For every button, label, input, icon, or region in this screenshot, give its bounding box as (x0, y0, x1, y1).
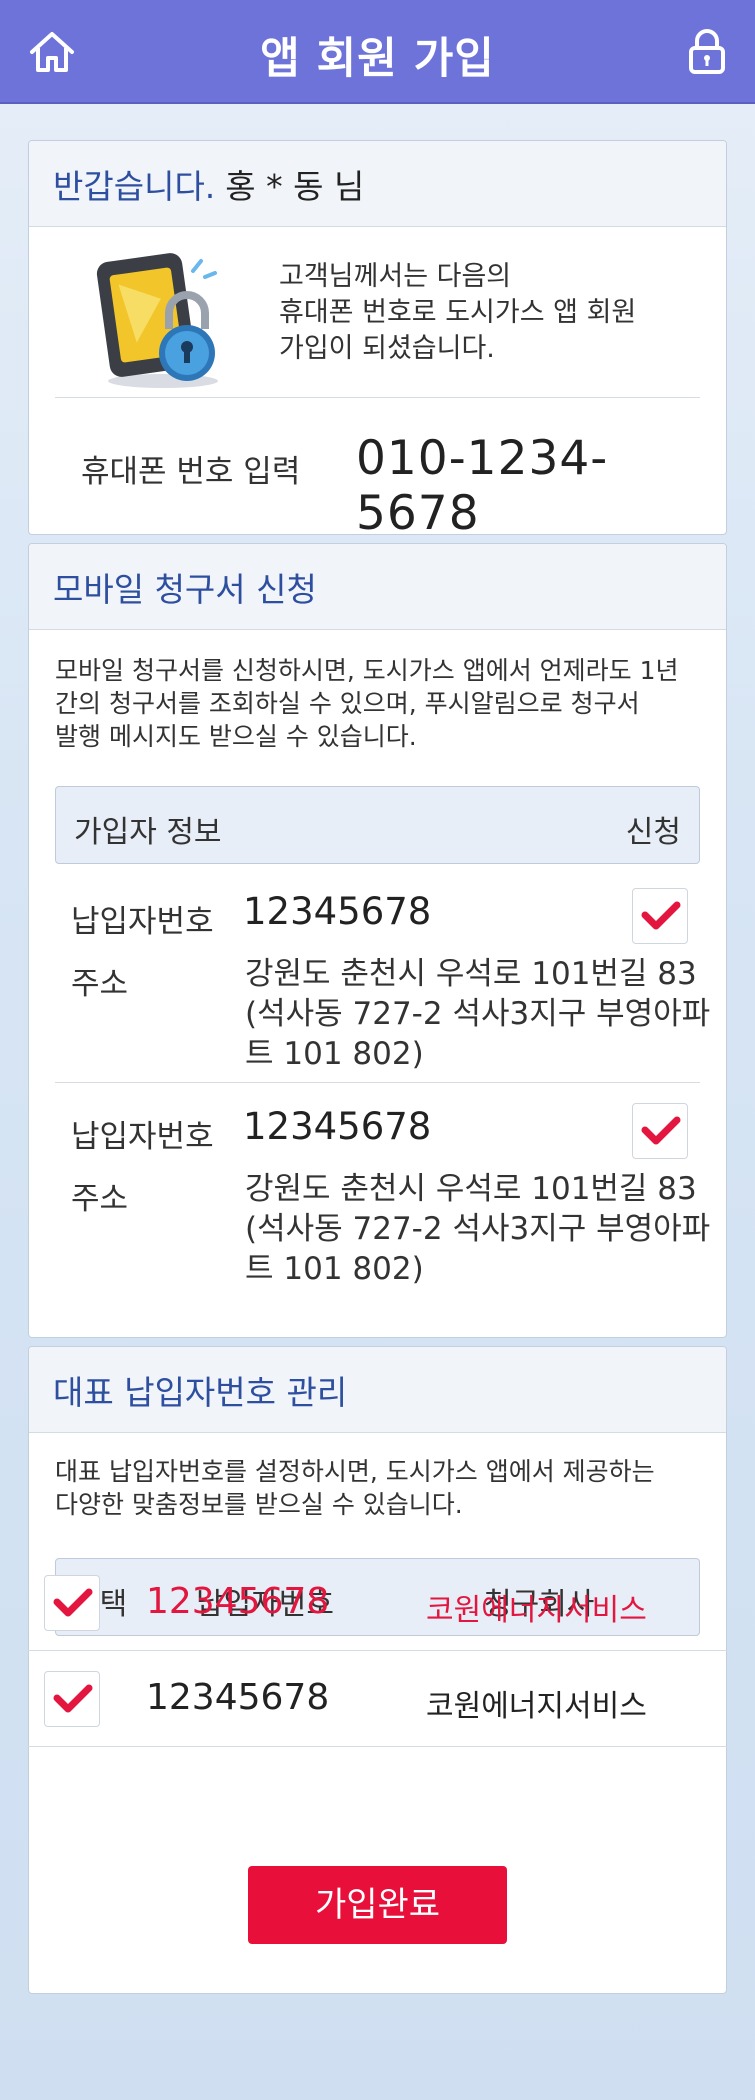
rep-payer-description: 대표 납입자번호를 설정하시면, 도시가스 앱에서 제공하는 다양한 맞춤정보를… (55, 1455, 700, 1521)
description-line: 간의 청구서를 조회하실 수 있으며, 푸시알림으로 청구서 (55, 689, 640, 718)
checkmark-icon (641, 1116, 681, 1145)
address-line: 강원도 춘천시 우석로 101번길 83 (245, 956, 697, 992)
lock-button[interactable] (681, 26, 733, 78)
rep-payer-header: 대표 납입자번호 관리 (29, 1347, 726, 1433)
lock-icon (689, 29, 725, 74)
address-label: 주소 (71, 1181, 129, 1217)
intro-message: 고객님께서는 다음의 휴대폰 번호로 도시가스 앱 회원 가입이 되셨습니다. (279, 259, 699, 367)
address: 강원도 춘천시 우석로 101번길 83 (석사동 727-2 석사3지구 부영… (245, 1169, 715, 1289)
column-apply: 신청 (625, 815, 681, 850)
apply-checkbox[interactable] (632, 888, 688, 944)
intro-line: 가입이 되셨습니다. (279, 333, 495, 364)
description-line: 다양한 맞춤정보를 받으실 수 있습니다. (55, 1490, 463, 1519)
payer-number-label: 납입자번호 (71, 904, 214, 940)
checkmark-icon (53, 1684, 93, 1713)
payer-number-label: 납입자번호 (71, 1119, 214, 1155)
mobile-bill-card: 모바일 청구서 신청 모바일 청구서를 신청하시면, 도시가스 앱에서 언제라도… (28, 543, 727, 1338)
rep-payer-title: 대표 납입자번호 관리 (53, 1372, 348, 1412)
checkmark-icon (641, 901, 681, 930)
address-line: 강원도 춘천시 우석로 101번길 83 (245, 1171, 697, 1207)
payer-number: 12345678 (146, 1677, 330, 1718)
greeting-title: 반갑습니다. (53, 166, 216, 206)
select-checkbox[interactable] (44, 1671, 100, 1727)
greeting-header: 반갑습니다. 홍 * 동 님 (29, 141, 726, 227)
payer-number: 12345678 (243, 890, 432, 933)
address-label: 주소 (71, 966, 129, 1002)
address-line: 트 101 802) (245, 1251, 424, 1287)
select-checkbox[interactable] (44, 1575, 100, 1631)
payer-row[interactable]: 12345678 코원에너지서비스 (26, 1651, 729, 1747)
address-line: (석사동 727-2 석사3지구 부영아파 (245, 1211, 711, 1247)
subscriber-entry: 납입자번호 12345678 주소 강원도 춘천시 우석로 101번길 83 (… (55, 1083, 710, 1298)
mobile-bill-title: 모바일 청구서 신청 (53, 569, 317, 609)
divider (55, 397, 700, 398)
subscriber-entry: 납입자번호 12345678 주소 강원도 춘천시 우석로 101번길 83 (… (55, 868, 710, 1083)
mobile-bill-header: 모바일 청구서 신청 (29, 544, 726, 630)
page-title: 앱 회원 가입 (260, 34, 495, 84)
description-line: 모바일 청구서를 신청하시면, 도시가스 앱에서 언제라도 1년 (55, 656, 679, 685)
intro-line: 고객님께서는 다음의 (279, 261, 512, 292)
secure-phone-icon (93, 241, 233, 391)
phone-number: 010-1234-5678 (356, 431, 609, 535)
mobile-bill-description: 모바일 청구서를 신청하시면, 도시가스 앱에서 언제라도 1년 간의 청구서를… (55, 654, 700, 753)
description-line: 대표 납입자번호를 설정하시면, 도시가스 앱에서 제공하는 (55, 1457, 655, 1486)
billing-company: 코원에너지서비스 (426, 1689, 647, 1724)
intro-line: 휴대폰 번호로 도시가스 앱 회원 (279, 297, 637, 328)
app-header: 앱 회원 가입 (0, 0, 755, 104)
member-name: 홍 * 동 님 (225, 166, 365, 206)
column-subscriber-info: 가입자 정보 (74, 815, 222, 850)
payer-number: 12345678 (146, 1581, 330, 1622)
payer-row[interactable]: 12345678 코원에너지서비스 (26, 1555, 729, 1651)
apply-checkbox[interactable] (632, 1103, 688, 1159)
description-line: 발행 메시지도 받으실 수 있습니다. (55, 722, 417, 751)
address-line: (석사동 727-2 석사3지구 부영아파 (245, 996, 711, 1032)
checkmark-icon (53, 1588, 93, 1617)
address: 강원도 춘천시 우석로 101번길 83 (석사동 727-2 석사3지구 부영… (245, 954, 715, 1074)
greeting-card: 반갑습니다. 홍 * 동 님 고객님께서는 다음의 휴대폰 번호로 도시가스 앱… (28, 140, 727, 535)
signup-complete-button[interactable]: 가입완료 (248, 1866, 507, 1944)
address-line: 트 101 802) (245, 1036, 424, 1072)
payer-number: 12345678 (243, 1105, 432, 1148)
subscriber-table-header: 가입자 정보 신청 (55, 786, 700, 864)
billing-company: 코원에너지서비스 (426, 1593, 647, 1628)
phone-label: 휴대폰 번호 입력 (81, 454, 301, 490)
